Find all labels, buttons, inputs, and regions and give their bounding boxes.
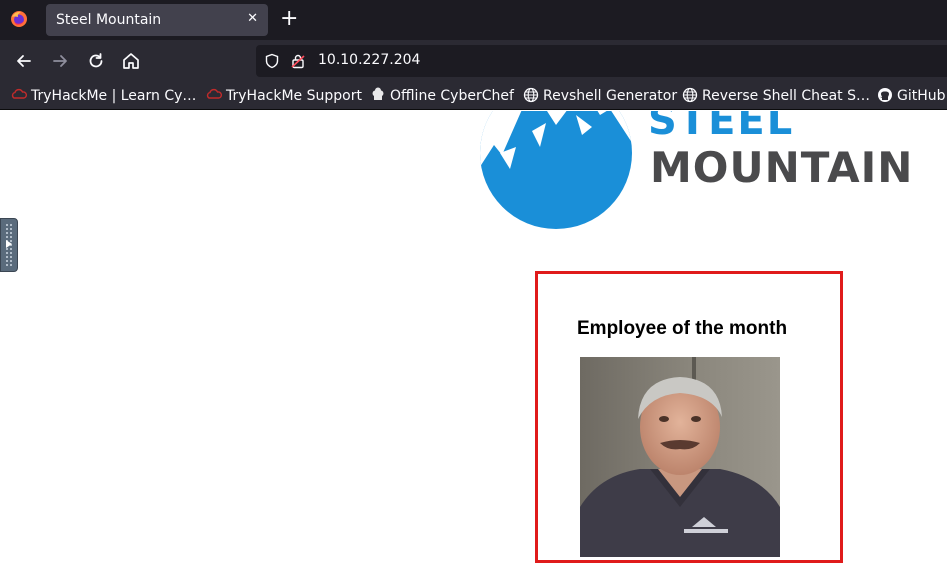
bookmark-label: GitHub	[897, 88, 946, 104]
tryhackme-icon	[11, 88, 27, 99]
new-tab-plus-icon[interactable]: +	[280, 6, 298, 32]
logo-text-mountain: MOUNTAIN	[650, 143, 914, 192]
mountain-logo-icon	[480, 111, 632, 229]
employee-of-month-heading: Employee of the month	[577, 318, 788, 339]
arrow-left-icon	[17, 55, 31, 67]
tab-bar: Steel Mountain ✕ +	[0, 0, 947, 40]
home-button[interactable]	[120, 50, 142, 72]
bookmark-tryhackme-support[interactable]: TryHackMe Support	[206, 87, 362, 107]
employee-photo	[580, 357, 780, 557]
chef-hat-icon	[372, 87, 384, 100]
employee-of-month-box: Employee of the month	[535, 271, 843, 563]
forward-button[interactable]	[49, 50, 71, 72]
close-tab-icon[interactable]: ✕	[247, 11, 258, 26]
bookmark-reverse-shell-cheat-sheet[interactable]: Reverse Shell Cheat S…	[682, 87, 870, 107]
bookmark-label: Offline CyberChef	[390, 88, 514, 104]
firefox-icon[interactable]	[10, 10, 28, 28]
bookmarks-toolbar: TryHackMe | Learn Cy… TryHackMe Support …	[0, 82, 947, 110]
tryhackme-icon	[206, 88, 222, 99]
logo-text-steel: STEEL	[648, 111, 795, 144]
home-icon	[123, 53, 139, 69]
url-bar[interactable]: 10.10.227.204	[256, 45, 947, 77]
arrow-right-icon	[53, 55, 67, 67]
reload-button[interactable]	[85, 50, 107, 72]
url-text[interactable]: 10.10.227.204	[318, 52, 420, 68]
globe-icon	[682, 87, 698, 103]
bookmark-label: Reverse Shell Cheat S…	[702, 88, 870, 104]
play-icon	[6, 240, 12, 248]
shield-icon[interactable]	[264, 53, 280, 69]
bookmark-tryhackme[interactable]: TryHackMe | Learn Cy…	[11, 87, 196, 107]
github-icon	[878, 88, 892, 102]
insecure-lock-icon[interactable]	[290, 53, 306, 69]
bookmark-offline-cyberchef[interactable]: Offline CyberChef	[370, 87, 514, 107]
bookmark-label: Revshell Generator	[543, 88, 678, 104]
sidebar-toggle-handle[interactable]	[0, 218, 18, 272]
page-content: STEEL MOUNTAIN Employee of the month	[0, 111, 947, 569]
bookmark-label: TryHackMe Support	[226, 88, 362, 104]
bookmark-github[interactable]: GitHub	[877, 87, 946, 107]
bookmark-label: TryHackMe | Learn Cy…	[31, 88, 197, 104]
tab-steel-mountain[interactable]: Steel Mountain ✕	[46, 4, 268, 36]
tab-title: Steel Mountain	[56, 12, 162, 28]
back-button[interactable]	[13, 50, 35, 72]
reload-icon	[89, 53, 103, 68]
navigation-bar: 10.10.227.204	[0, 40, 947, 82]
bookmark-revshell-generator[interactable]: Revshell Generator	[523, 87, 677, 107]
globe-icon	[523, 87, 539, 103]
